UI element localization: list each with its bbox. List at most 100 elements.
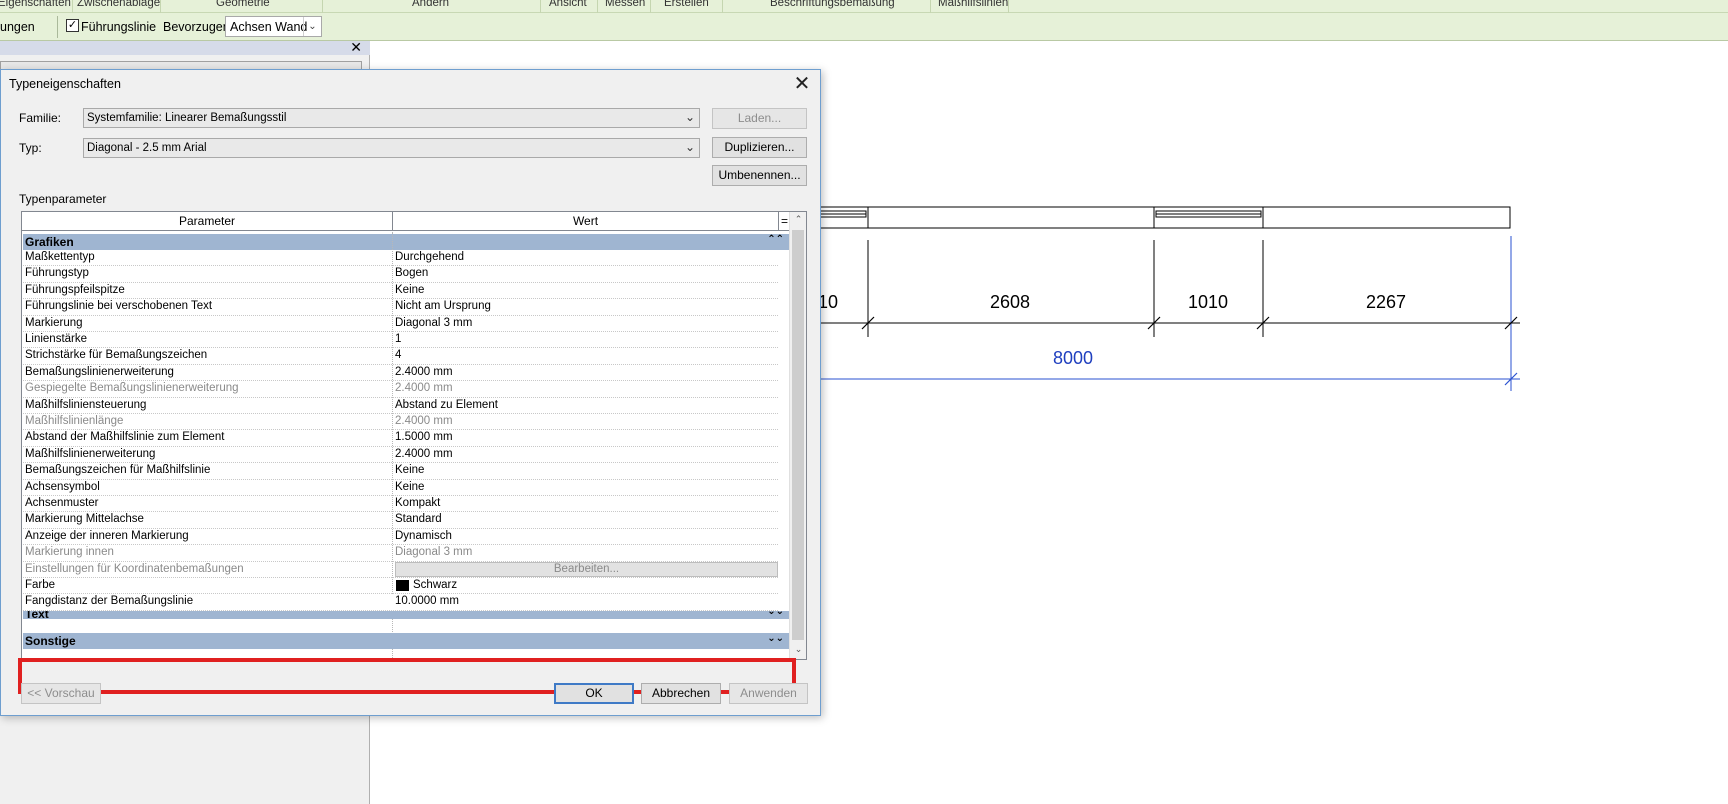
parameter-row[interactable]: Markierung Diagonal 3 mm xyxy=(23,316,778,332)
ribbon-panel-view[interactable]: Ansicht xyxy=(549,0,587,9)
parameter-name: Führungstyp xyxy=(25,267,89,280)
parameter-value[interactable]: Keine xyxy=(395,481,424,493)
parameter-row[interactable]: Führungslinie bei verschobenen Text Nicht… xyxy=(23,299,778,316)
column-header-value[interactable]: Wert xyxy=(393,214,778,228)
parameter-value[interactable]: Abstand zu Element xyxy=(395,399,498,411)
edit-button[interactable]: Bearbeiten... xyxy=(395,561,778,577)
section-other[interactable]: Sonstige ⌄⌄ xyxy=(23,633,790,649)
section-text[interactable]: Text ⌄⌄ xyxy=(23,611,790,619)
ribbon-separator xyxy=(160,0,161,13)
parameter-value[interactable]: Bogen xyxy=(395,267,428,279)
dim-text[interactable]: 2267 xyxy=(1366,292,1406,312)
scroll-up-icon[interactable]: ⌃ xyxy=(790,214,806,225)
parameter-value[interactable]: Keine xyxy=(395,284,424,296)
parameter-row[interactable]: Maßhilfsliniensteuerung Abstand zu Elemen… xyxy=(23,398,778,414)
ribbon-separator xyxy=(722,0,723,13)
ribbon-separator xyxy=(540,0,541,13)
parameter-name: Einstellungen für Koordinatenbemaßungen xyxy=(25,562,244,575)
leader-checkbox[interactable]: ✓ xyxy=(66,19,79,32)
parameter-name: Maßkettentyp xyxy=(25,251,95,263)
parameter-value: 2.4000 mm xyxy=(395,382,453,395)
color-swatch[interactable] xyxy=(396,580,409,591)
scrollbar-thumb[interactable] xyxy=(792,230,804,640)
parameter-row[interactable]: Markierung Mittelachse Standard xyxy=(23,512,778,529)
parameter-name: Bemaßungszeichen für Maßhilfslinie xyxy=(25,464,211,477)
parameter-value[interactable]: Dynamisch xyxy=(395,530,452,542)
close-icon[interactable]: ✕ xyxy=(790,72,814,96)
parameter-row[interactable]: Bemaßungszeichen für Maßhilfslinie Keine xyxy=(23,463,778,480)
parameter-value[interactable]: Diagonal 3 mm xyxy=(395,317,472,329)
parameter-row-disabled: Markierung innen Diagonal 3 mm xyxy=(23,545,778,562)
ribbon-panel-labels: Eigenschaften Zwischenablage Geometrie Ä… xyxy=(0,0,1728,13)
ribbon-panel-create[interactable]: Erstellen xyxy=(664,0,709,9)
ribbon-panel-measure[interactable]: Messen xyxy=(605,0,645,9)
parameter-name: Anzeige der inneren Markierung xyxy=(25,529,189,542)
type-dropdown[interactable]: Diagonal - 2.5 mm Arial ⌄ xyxy=(83,138,700,158)
load-button[interactable]: Laden... xyxy=(712,108,807,129)
parameter-row[interactable]: Farbe Schwarz xyxy=(23,578,778,595)
rename-button[interactable]: Umbenennen... xyxy=(712,165,807,186)
ribbon-panel-geometry[interactable]: Geometrie xyxy=(216,0,270,9)
apply-button[interactable]: Anwenden xyxy=(729,683,808,704)
parameter-value[interactable]: 10.0000 mm xyxy=(395,595,459,607)
parameter-row[interactable]: Führungspfeilspitze Keine xyxy=(23,283,778,300)
parameter-row[interactable]: Achsensymbol Keine xyxy=(23,480,778,496)
parameter-name: Abstand der Maßhilfslinie zum Element xyxy=(25,431,225,444)
close-icon[interactable]: ✕ xyxy=(350,39,362,56)
window-symbol[interactable] xyxy=(1155,210,1262,218)
prefer-value: Achsen Wand xyxy=(230,20,308,34)
parameter-row[interactable]: Linienstärke 1 xyxy=(23,332,778,349)
grid-scrollbar[interactable]: ⌃ ⌄ xyxy=(789,212,806,659)
parameter-value[interactable]: Standard xyxy=(395,513,442,525)
ribbon-panel-witness-lines[interactable]: Maßhilfslinien xyxy=(938,0,1008,9)
parameter-value[interactable]: 4 xyxy=(395,349,401,361)
expand-icon[interactable]: ⌄⌄ xyxy=(767,611,784,617)
preview-button[interactable]: << Vorschau xyxy=(21,683,101,704)
parameter-value[interactable]: 2.4000 mm xyxy=(395,448,453,460)
parameter-row[interactable]: Führungstyp Bogen xyxy=(23,266,778,283)
parameter-grid[interactable]: Parameter Wert = Grafiken ⌃⌃ Maßkettenty… xyxy=(21,211,807,660)
parameter-value[interactable]: 1 xyxy=(395,333,401,345)
prefer-dropdown[interactable]: Achsen Wand ⌄ xyxy=(225,16,322,37)
parameter-row[interactable]: Achsenmuster Kompakt xyxy=(23,496,778,513)
parameter-row[interactable]: Bemaßungslinienerweiterung 2.4000 mm xyxy=(23,365,778,382)
family-value: Systemfamilie: Linearer Bemaßungsstil xyxy=(87,112,287,124)
ribbon-separator xyxy=(930,0,931,13)
dim-text[interactable]: 1010 xyxy=(1188,292,1228,312)
section-graphics[interactable]: Grafiken ⌃⌃ xyxy=(23,234,790,250)
ribbon-separator xyxy=(597,0,598,13)
parameter-row[interactable]: Maßkettentyp Durchgehend xyxy=(23,250,778,267)
parameter-value[interactable]: Kompakt xyxy=(395,497,440,509)
options-bar: ungen ✓ Führungslinie Bevorzugen: Achsen… xyxy=(0,13,1728,41)
parameter-value[interactable]: Durchgehend xyxy=(395,251,464,263)
dim-text[interactable]: 2608 xyxy=(990,292,1030,312)
ribbon-separator xyxy=(72,0,73,13)
parameter-row[interactable]: Strichstärke für Bemaßungszeichen 4 xyxy=(23,348,778,365)
parameter-value[interactable]: Nicht am Ursprung xyxy=(395,300,491,312)
ok-button[interactable]: OK xyxy=(554,683,634,704)
parameter-row[interactable]: Abstand der Maßhilfslinie zum Element 1.5… xyxy=(23,430,778,447)
ribbon-panel-properties[interactable]: Eigenschaften xyxy=(0,0,71,9)
parameter-value[interactable]: 2.4000 mm xyxy=(395,366,453,378)
cancel-button[interactable]: Abbrechen xyxy=(641,683,721,704)
parameter-value[interactable]: 1.5000 mm xyxy=(395,431,453,443)
column-header-parameter[interactable]: Parameter xyxy=(22,214,392,228)
parameter-row[interactable]: Anzeige der inneren Markierung Dynamisch xyxy=(23,529,778,546)
parameter-row[interactable]: Maßhilfslinienerweiterung 2.4000 mm xyxy=(23,447,778,464)
duplicate-button[interactable]: Duplizieren... xyxy=(712,137,807,158)
type-value: Diagonal - 2.5 mm Arial xyxy=(87,142,207,154)
ribbon-panel-annotation-dim[interactable]: Beschriftungsbemaßung xyxy=(770,0,895,9)
family-dropdown[interactable]: Systemfamilie: Linearer Bemaßungsstil ⌄ xyxy=(83,108,700,128)
collapse-icon[interactable]: ⌃⌃ xyxy=(767,234,784,245)
expand-icon[interactable]: ⌄⌄ xyxy=(767,633,784,644)
total-dim-text[interactable]: 8000 xyxy=(1053,348,1093,368)
parameter-value[interactable]: Keine xyxy=(395,464,424,476)
section-title: Grafiken xyxy=(25,235,74,249)
ribbon-panel-clipboard[interactable]: Zwischenablage xyxy=(77,0,160,9)
parameter-name: Maßhilfslinienlänge xyxy=(25,415,124,427)
parameter-value[interactable]: Schwarz xyxy=(413,579,457,591)
scroll-down-icon[interactable]: ⌄ xyxy=(790,644,806,655)
parameter-name: Führungslinie bei verschobenen Text xyxy=(25,300,213,313)
parameter-row-selected[interactable]: Fangdistanz der Bemaßungslinie 10.0000 mm xyxy=(23,594,778,611)
ribbon-panel-modify[interactable]: Ändern xyxy=(412,0,449,9)
